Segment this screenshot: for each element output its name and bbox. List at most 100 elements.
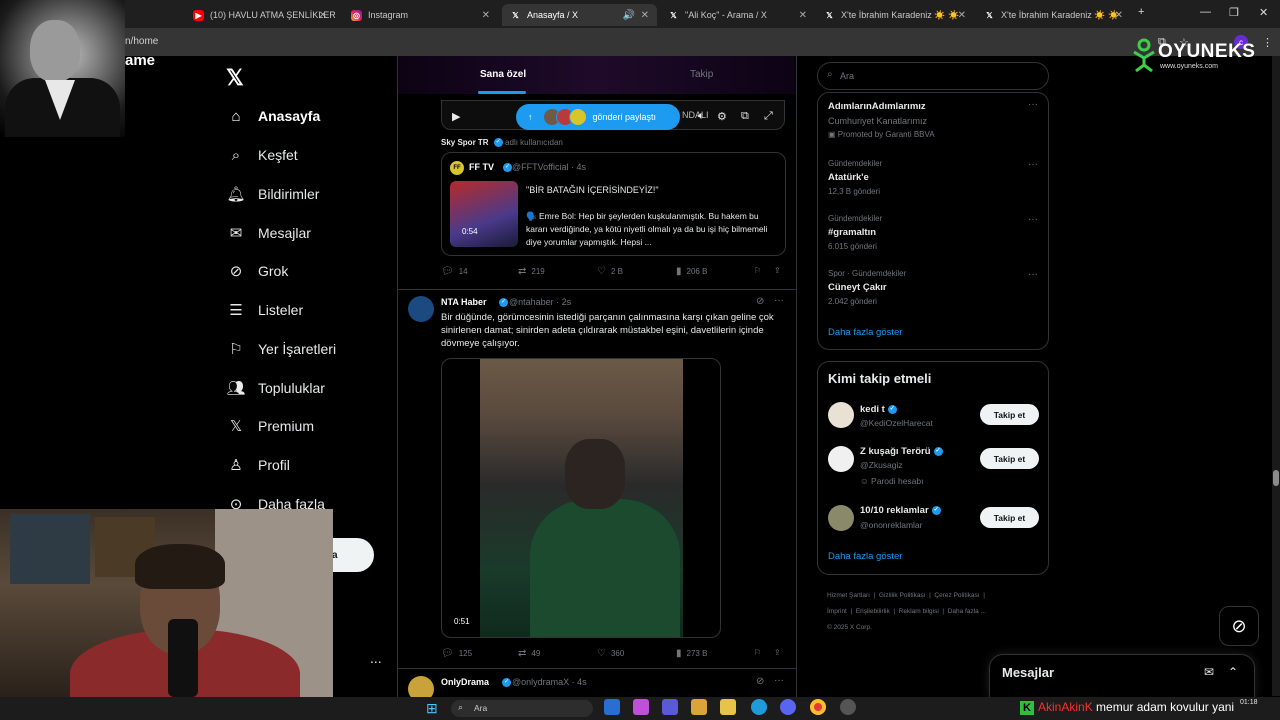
trend-name[interactable]: AdımlarınAdımlarımız <box>828 101 926 112</box>
app-icon[interactable] <box>604 699 620 715</box>
edge-icon[interactable] <box>751 699 767 715</box>
source-name[interactable]: Sky Spor TR <box>441 138 489 147</box>
expand-up-icon[interactable]: ⌃ <box>1228 665 1238 679</box>
author-name[interactable]: NTA Haber <box>441 297 487 307</box>
like-button[interactable]: ♡ 2 B <box>597 266 623 277</box>
trends-show-more-link[interactable]: Daha fazla göster <box>828 327 902 338</box>
nav-premium[interactable]: 𝕏 Premium <box>226 412 314 440</box>
bookmark-icon[interactable]: ⚐ <box>754 266 761 275</box>
author-name[interactable]: FF TV <box>469 162 494 172</box>
reply-button[interactable]: 💬︎ 14 <box>441 266 468 277</box>
nav-communities[interactable]: 👥︎ Topluluklar <box>226 374 324 402</box>
follow-button[interactable]: Takip et <box>980 448 1039 469</box>
quoted-tweet[interactable]: FF FF TV ✓ @FFTVofficial · 4s 0:54 "BİR … <box>441 152 786 256</box>
more-options-icon[interactable]: ··· <box>1028 214 1038 225</box>
new-posts-pill[interactable]: ↑ gönderi paylaştı <box>516 104 680 130</box>
messages-drawer[interactable]: Mesajlar ✉ ⌃ <box>989 654 1255 698</box>
nav-profile[interactable]: ♙ Profil <box>226 451 290 479</box>
account-menu-icon[interactable]: ... <box>370 650 382 666</box>
repost-button[interactable]: ⇄ 49 <box>518 648 540 659</box>
new-message-icon[interactable]: ✉ <box>1204 665 1214 679</box>
play-icon[interactable]: ▶ <box>452 110 460 123</box>
nav-messages[interactable]: ✉ Mesajlar <box>226 219 311 247</box>
grok-float-button[interactable]: ⊘ <box>1219 606 1259 646</box>
author-name[interactable]: OnlyDrama <box>441 677 489 687</box>
share-icon[interactable]: ⇪ <box>774 266 781 275</box>
more-options-icon[interactable]: ··· <box>774 675 784 686</box>
nav-notifications[interactable]: 🔔︎ Bildirimler <box>226 180 319 208</box>
avatar[interactable]: FF <box>450 161 464 175</box>
nav-lists[interactable]: ☰ Listeler <box>226 296 303 324</box>
avatar[interactable] <box>828 402 854 428</box>
grok-icon[interactable]: ⊘ <box>756 296 764 307</box>
close-icon[interactable]: ✕ <box>319 10 327 21</box>
search-input[interactable]: ⌕ Ara <box>817 62 1049 90</box>
views-button[interactable]: ▮ 273 B <box>676 648 707 659</box>
nav-explore[interactable]: ⌕ Keşfet <box>226 141 298 169</box>
close-icon[interactable]: ✕ <box>482 10 490 21</box>
nav-bookmarks[interactable]: ⚐ Yer İşaretleri <box>226 335 336 363</box>
footer-link[interactable]: Erişilebilirlik <box>856 608 890 615</box>
video-media[interactable]: 0:51 <box>441 358 721 638</box>
tab-following[interactable]: Takip <box>690 69 713 80</box>
video-thumbnail[interactable] <box>450 181 518 247</box>
footer-link[interactable]: Daha fazla ... <box>948 608 986 615</box>
close-icon[interactable]: ✕ <box>641 10 649 21</box>
footer-link[interactable]: Çerez Politikası <box>934 592 979 599</box>
chrome-icon[interactable] <box>810 699 826 715</box>
new-tab-icon[interactable]: + <box>1138 6 1144 18</box>
windows-start-icon[interactable]: ⊞ <box>426 700 438 717</box>
suggested-name[interactable]: Z kuşağı Terörü ✓ <box>860 446 943 457</box>
nav-home[interactable]: ⌂ Anasayfa <box>226 102 320 130</box>
tab-instagram[interactable]: ◎ Instagram ✕ <box>343 4 498 26</box>
more-options-icon[interactable]: ··· <box>1028 159 1038 170</box>
avatar[interactable] <box>828 446 854 472</box>
trend-name[interactable]: #gramaltın <box>828 227 876 238</box>
tab-ibrahim-1[interactable]: 𝕏 X'te İbrahim Karadeniz ☀️ ☀️ ✕ <box>816 4 974 26</box>
address-bar[interactable]: n/home <box>0 28 1280 56</box>
pip-icon[interactable]: ⧉ <box>741 110 749 123</box>
tab-ali-koc-search[interactable]: 𝕏 "Ali Koç" - Arama / X ✕ <box>660 4 815 26</box>
trend-name[interactable]: Atatürk'e <box>828 172 869 183</box>
tab-youtube[interactable]: ▶ (10) HAVLU ATMA ŞENLİKLERİ ✕ <box>185 4 335 26</box>
url-text[interactable]: n/home <box>125 36 158 47</box>
avatar[interactable] <box>828 505 854 531</box>
like-button[interactable]: ♡ 360 <box>597 648 624 659</box>
taskbar-search[interactable]: ⌕ Ara <box>451 700 593 717</box>
app-icon[interactable] <box>840 699 856 715</box>
speaker-icon[interactable]: 🔊 <box>623 10 635 21</box>
footer-link[interactable]: İmprint <box>827 608 847 615</box>
trend-name[interactable]: Cüneyt Çakır <box>828 282 887 293</box>
close-icon[interactable]: ✕ <box>799 10 807 21</box>
footer-link[interactable]: Gizlilik Politikası <box>879 592 926 599</box>
fullscreen-icon[interactable]: ⤢ <box>764 110 773 123</box>
share-icon[interactable]: ⇪ <box>774 648 781 657</box>
suggested-name[interactable]: 10/10 reklamlar ✓ <box>860 505 941 516</box>
follow-button[interactable]: Takip et <box>980 404 1039 425</box>
x-logo-icon[interactable]: 𝕏 <box>226 65 244 91</box>
footer-link[interactable]: Reklam bilgisi <box>899 608 939 615</box>
grok-icon[interactable]: ⊘ <box>756 676 764 687</box>
views-button[interactable]: ▮ 206 B <box>676 266 707 277</box>
minimize-icon[interactable]: — <box>1200 6 1211 18</box>
discord-icon[interactable] <box>780 699 796 715</box>
store-icon[interactable] <box>691 699 707 715</box>
close-icon[interactable]: ✕ <box>1115 10 1123 21</box>
follow-button[interactable]: Takip et <box>980 507 1039 528</box>
tab-home-x[interactable]: 𝕏 Anasayfa / X 🔊 ✕ <box>502 4 657 26</box>
suggested-name[interactable]: kedi t ✓ <box>860 404 897 415</box>
footer-link[interactable]: Hizmet Şartları <box>827 592 870 599</box>
bookmark-icon[interactable]: ⚐ <box>754 648 761 657</box>
browser-menu-icon[interactable]: ⋮ <box>1262 36 1273 49</box>
avatar[interactable] <box>408 296 434 322</box>
settings-icon[interactable]: ⚙ <box>717 110 727 123</box>
app-icon[interactable] <box>633 699 649 715</box>
reply-button[interactable]: 💬︎ 125 <box>441 648 472 659</box>
repost-button[interactable]: ⇄ 219 <box>518 266 545 277</box>
tab-for-you[interactable]: Sana özel <box>480 69 526 80</box>
close-window-icon[interactable]: ✕ <box>1259 6 1268 19</box>
more-options-icon[interactable]: ··· <box>774 295 784 306</box>
close-icon[interactable]: ✕ <box>958 10 966 21</box>
more-options-icon[interactable]: ··· <box>1028 269 1038 280</box>
video-frame[interactable] <box>480 359 683 637</box>
